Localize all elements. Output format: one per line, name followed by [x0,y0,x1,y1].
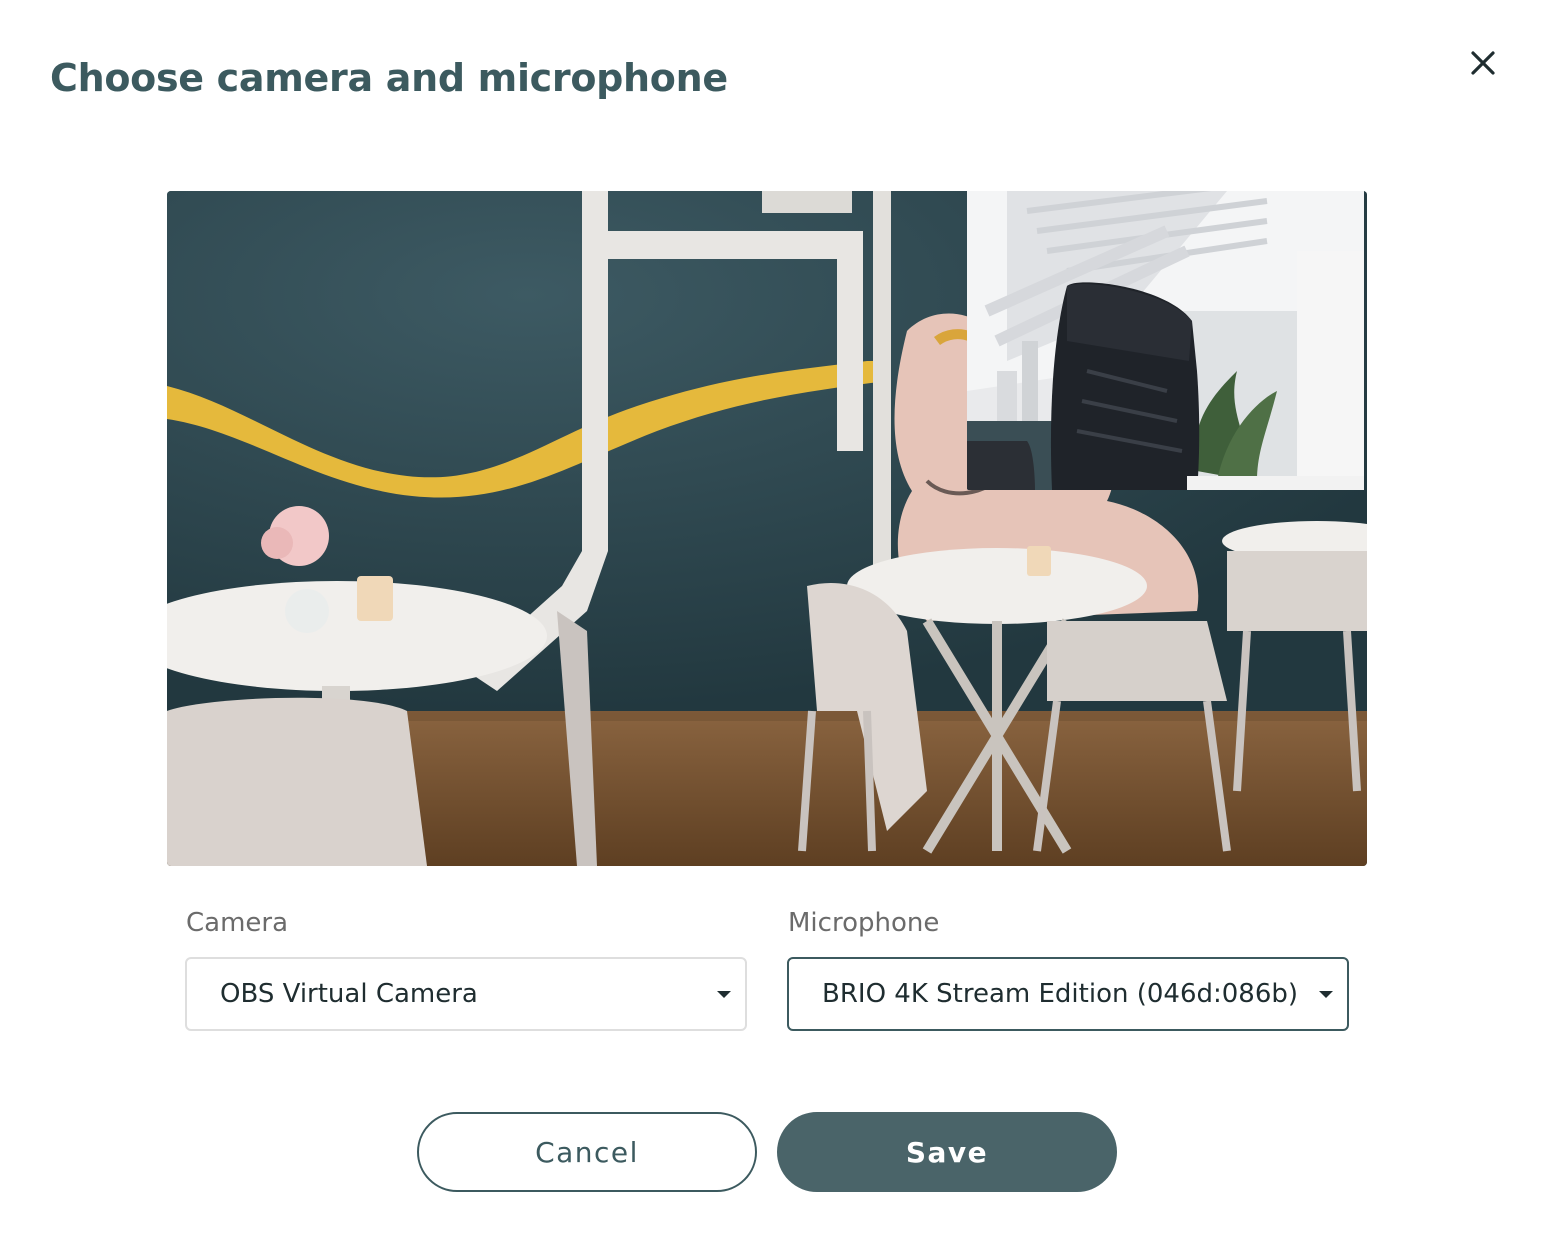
pip-preview [967,191,1364,490]
microphone-label: Microphone [788,908,940,938]
camera-select-value: OBS Virtual Camera [220,979,478,1009]
chevron-down-icon [717,991,731,998]
close-button[interactable] [1462,42,1504,84]
save-button[interactable]: Save [777,1112,1117,1192]
pip-preview-image [967,191,1364,490]
camera-select[interactable]: OBS Virtual Camera [185,957,747,1031]
microphone-select-value: BRIO 4K Stream Edition (046d:086b) [822,979,1299,1009]
camera-preview [167,191,1367,866]
camera-label: Camera [186,908,289,938]
microphone-select[interactable]: BRIO 4K Stream Edition (046d:086b) [787,957,1349,1031]
close-icon [1471,51,1495,75]
cancel-button[interactable]: Cancel [417,1112,757,1192]
camera-settings-dialog: Choose camera and microphone Camera OBS … [0,0,1550,1236]
dialog-title: Choose camera and microphone [50,56,728,100]
chevron-down-icon [1319,991,1333,998]
